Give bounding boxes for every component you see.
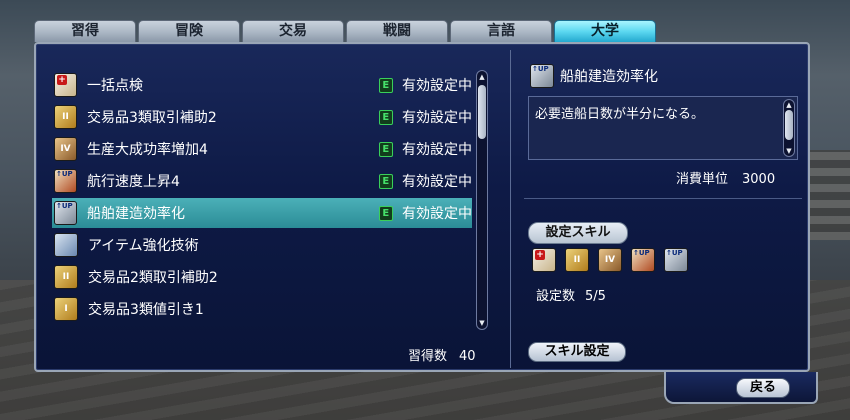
set-skill-icons: II IV: [532, 248, 697, 272]
skill-name: 船舶建造効率化: [86, 206, 185, 222]
skill-name: 交易品2類取引補助2: [88, 270, 218, 286]
learned-label: 習得数: [408, 349, 448, 364]
discount-icon: I: [54, 297, 78, 321]
consume-label: 消費単位: [676, 172, 729, 187]
equipped-badge: E: [378, 109, 393, 125]
speed-up-icon: [54, 169, 77, 193]
repair-cross-icon[interactable]: [532, 248, 556, 272]
detail-header: 船舶建造効率化: [528, 64, 658, 88]
equipped-badge: E: [378, 141, 393, 157]
hammer-icon: [54, 233, 78, 257]
shipbuild-up-icon: [54, 201, 77, 225]
tab-adventure[interactable]: 冒険: [138, 20, 240, 42]
equipped-badge: E: [378, 77, 393, 93]
list-item-selected[interactable]: 船舶建造効率化 E 有効設定中: [52, 198, 472, 228]
shipbuild-up-icon: [530, 64, 554, 88]
production-bag-icon: IV: [54, 137, 77, 161]
list-item[interactable]: II 交易品3類取引補助2 E 有効設定中: [52, 102, 472, 132]
panel-divider: [510, 50, 511, 368]
list-item[interactable]: II 交易品2類取引補助2: [52, 262, 472, 292]
skill-list: 一括点検 E 有効設定中 II 交易品3類取引補助2 E 有効設定中 IV 生産…: [52, 70, 472, 330]
skill-status: 有効設定中: [402, 78, 472, 94]
learned-value: 40: [459, 349, 476, 364]
list-item[interactable]: 一括点検 E 有効設定中: [52, 70, 472, 100]
skill-name: 交易品3類値引き1: [88, 302, 204, 318]
skill-name: アイテム強化技術: [88, 238, 199, 254]
skill-set-button[interactable]: スキル設定: [528, 342, 626, 362]
skill-status: 有効設定中: [402, 142, 472, 158]
set-count: 設定数 5/5: [536, 285, 606, 304]
consume-value: 3000: [742, 172, 776, 187]
tab-language[interactable]: 言語: [450, 20, 552, 42]
scroll-up-arrow-icon[interactable]: ▲: [478, 73, 486, 81]
skill-name: 一括点検: [86, 78, 143, 94]
skill-status: 有効設定中: [402, 110, 472, 126]
set-count-label: 設定数: [536, 289, 576, 304]
consume-unit: 消費単位 3000: [676, 168, 775, 187]
category-tabs: 習得 冒険 交易 戦闘 言語 大学: [34, 20, 658, 42]
trade-goods-icon: II: [54, 265, 78, 289]
detail-title: 船舶建造効率化: [560, 69, 658, 85]
trade-goods-icon[interactable]: II: [565, 248, 589, 272]
skill-window: 一括点検 E 有効設定中 II 交易品3類取引補助2 E 有効設定中 IV 生産…: [34, 42, 810, 372]
equipped-badge: E: [378, 205, 393, 221]
description-box: 必要造船日数が半分になる。 ▲ ▼: [528, 96, 798, 160]
skill-status: 有効設定中: [402, 174, 472, 190]
skill-status: 有効設定中: [402, 206, 472, 222]
list-item[interactable]: I 交易品3類値引き1: [52, 294, 472, 324]
scroll-up-arrow-icon[interactable]: ▲: [785, 101, 793, 109]
back-button[interactable]: 戻る: [736, 378, 790, 398]
production-bag-icon[interactable]: IV: [598, 248, 622, 272]
learned-count: 習得数 40: [408, 345, 476, 364]
skill-name: 生産大成功率増加4: [86, 142, 208, 158]
list-item[interactable]: IV 生産大成功率増加4 E 有効設定中: [52, 134, 472, 164]
set-count-value: 5/5: [585, 289, 606, 304]
scroll-thumb[interactable]: [478, 85, 486, 139]
tab-university[interactable]: 大学: [554, 20, 656, 42]
tab-learn[interactable]: 習得: [34, 20, 136, 42]
scroll-down-arrow-icon[interactable]: ▼: [785, 147, 793, 155]
scroll-thumb[interactable]: [785, 110, 793, 140]
skill-name: 交易品3類取引補助2: [86, 110, 217, 126]
skill-name: 航行速度上昇4: [86, 174, 180, 190]
description-scrollbar[interactable]: ▲ ▼: [783, 99, 795, 157]
description-text: 必要造船日数が半分になる。: [535, 107, 705, 122]
tab-battle[interactable]: 戦闘: [346, 20, 448, 42]
scroll-down-arrow-icon[interactable]: ▼: [478, 319, 486, 327]
section-divider: [524, 198, 802, 199]
repair-cross-icon: [54, 73, 77, 97]
equipped-badge: E: [378, 173, 393, 189]
list-item[interactable]: 航行速度上昇4 E 有効設定中: [52, 166, 472, 196]
trade-goods-icon: II: [54, 105, 77, 129]
tab-trade[interactable]: 交易: [242, 20, 344, 42]
set-skills-label: 設定スキル: [528, 222, 628, 244]
list-item[interactable]: アイテム強化技術: [52, 230, 472, 260]
shipbuild-up-icon[interactable]: [664, 248, 688, 272]
speed-up-icon[interactable]: [631, 248, 655, 272]
skill-list-scrollbar[interactable]: ▲ ▼: [476, 70, 488, 330]
